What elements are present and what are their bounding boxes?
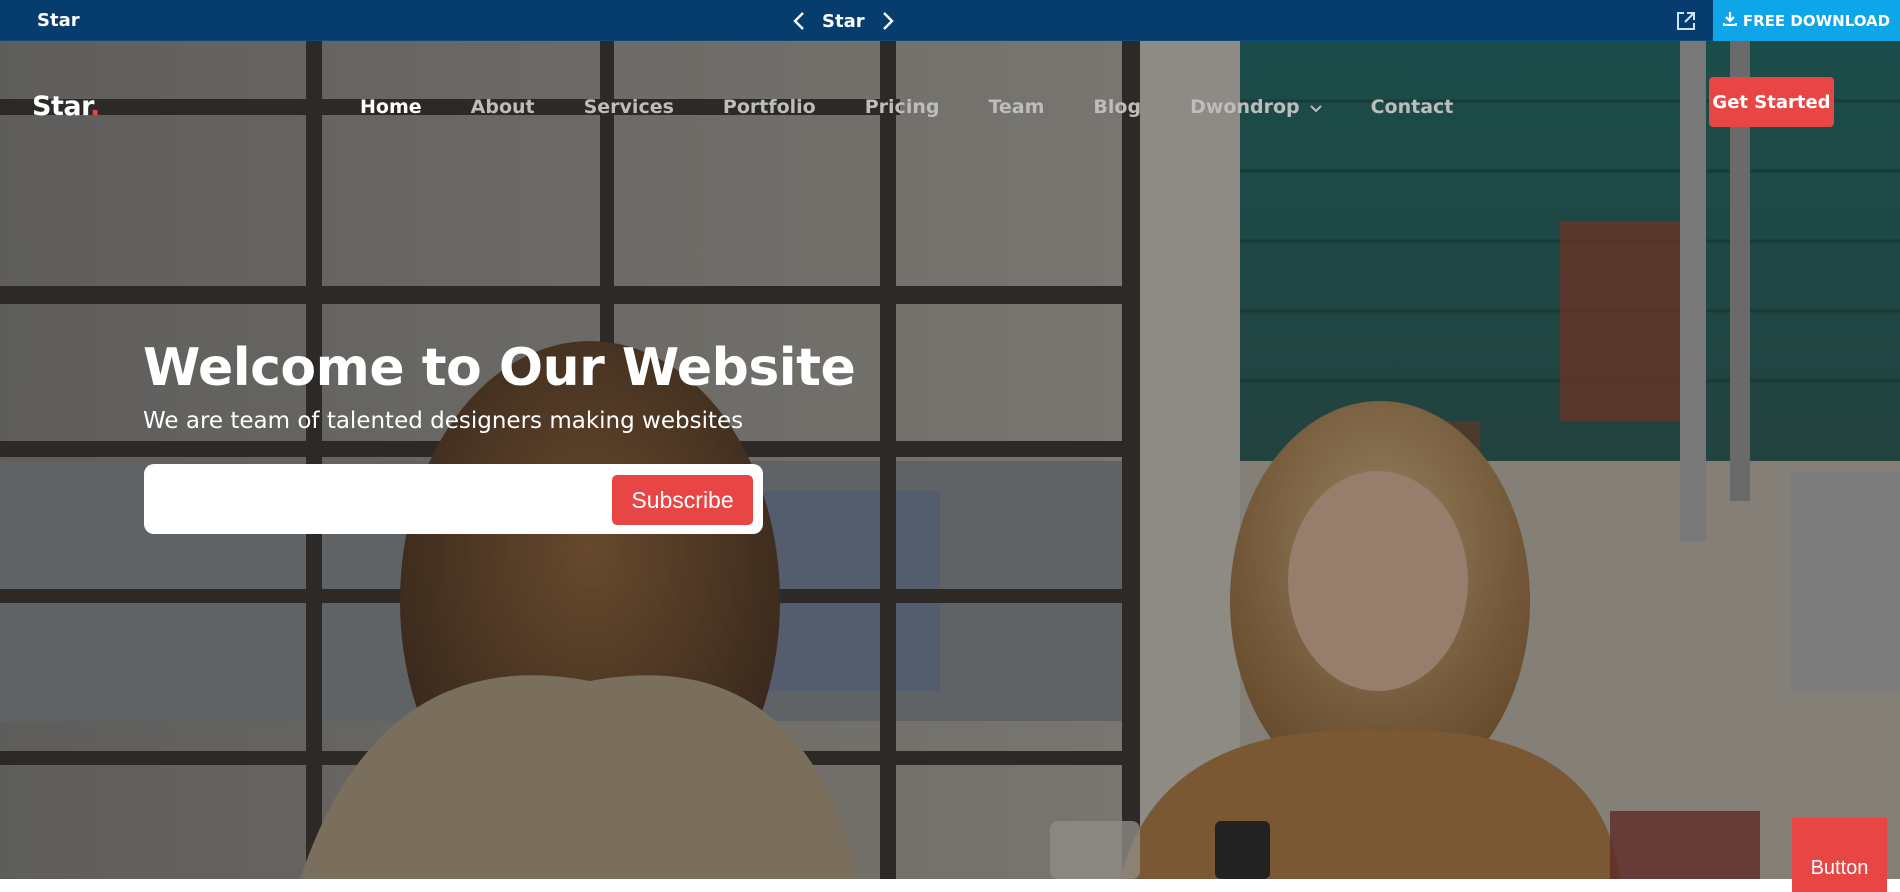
chevron-left-icon[interactable] [790,12,808,30]
nav-item-home[interactable]: Home [360,96,422,118]
template-switcher: Star [790,9,897,33]
free-download-button[interactable]: FREE DOWNLOAD [1713,0,1900,41]
get-started-button[interactable]: Get Started [1709,77,1834,127]
hero-dark-overlay [0,41,1900,879]
nav-item-pricing[interactable]: Pricing [865,96,940,118]
logo-text: Star [32,91,91,122]
hero-subtitle: We are team of talented designers making… [143,408,744,434]
nav-item-contact[interactable]: Contact [1371,96,1454,118]
preview-topbar: Star Star FREE DOWNLOAD [0,0,1900,41]
floating-corner-button[interactable]: Button [1792,818,1887,892]
chevron-down-icon [1309,96,1322,118]
template-title: Star [822,10,865,32]
subscribe-form: Subscribe [144,464,763,534]
nav-item-about[interactable]: About [471,96,535,118]
logo-dot: . [90,91,100,122]
chevron-right-icon[interactable] [879,12,897,30]
free-download-label: FREE DOWNLOAD [1742,11,1891,30]
download-icon [1722,11,1737,30]
nav-item-services[interactable]: Services [584,96,674,118]
main-navbar: Star. Home About Services Portfolio Pric… [0,41,1900,161]
subscribe-email-input[interactable] [158,475,608,523]
nav-item-team[interactable]: Team [988,96,1044,118]
hero-title: Welcome to Our Website [143,338,856,398]
nav-menu: Home About Services Portfolio Pricing Te… [360,91,1453,123]
site-logo[interactable]: Star. [32,91,100,123]
nav-item-blog[interactable]: Blog [1093,96,1141,118]
nav-item-dropdown[interactable]: Dwondrop [1190,96,1322,118]
hero-section: Star. Home About Services Portfolio Pric… [0,41,1900,879]
topbar-brand[interactable]: Star [37,11,80,31]
nav-item-dropdown-label: Dwondrop [1190,96,1300,118]
subscribe-button[interactable]: Subscribe [612,475,753,525]
nav-item-portfolio[interactable]: Portfolio [723,96,816,118]
external-link-icon[interactable] [1675,10,1697,32]
